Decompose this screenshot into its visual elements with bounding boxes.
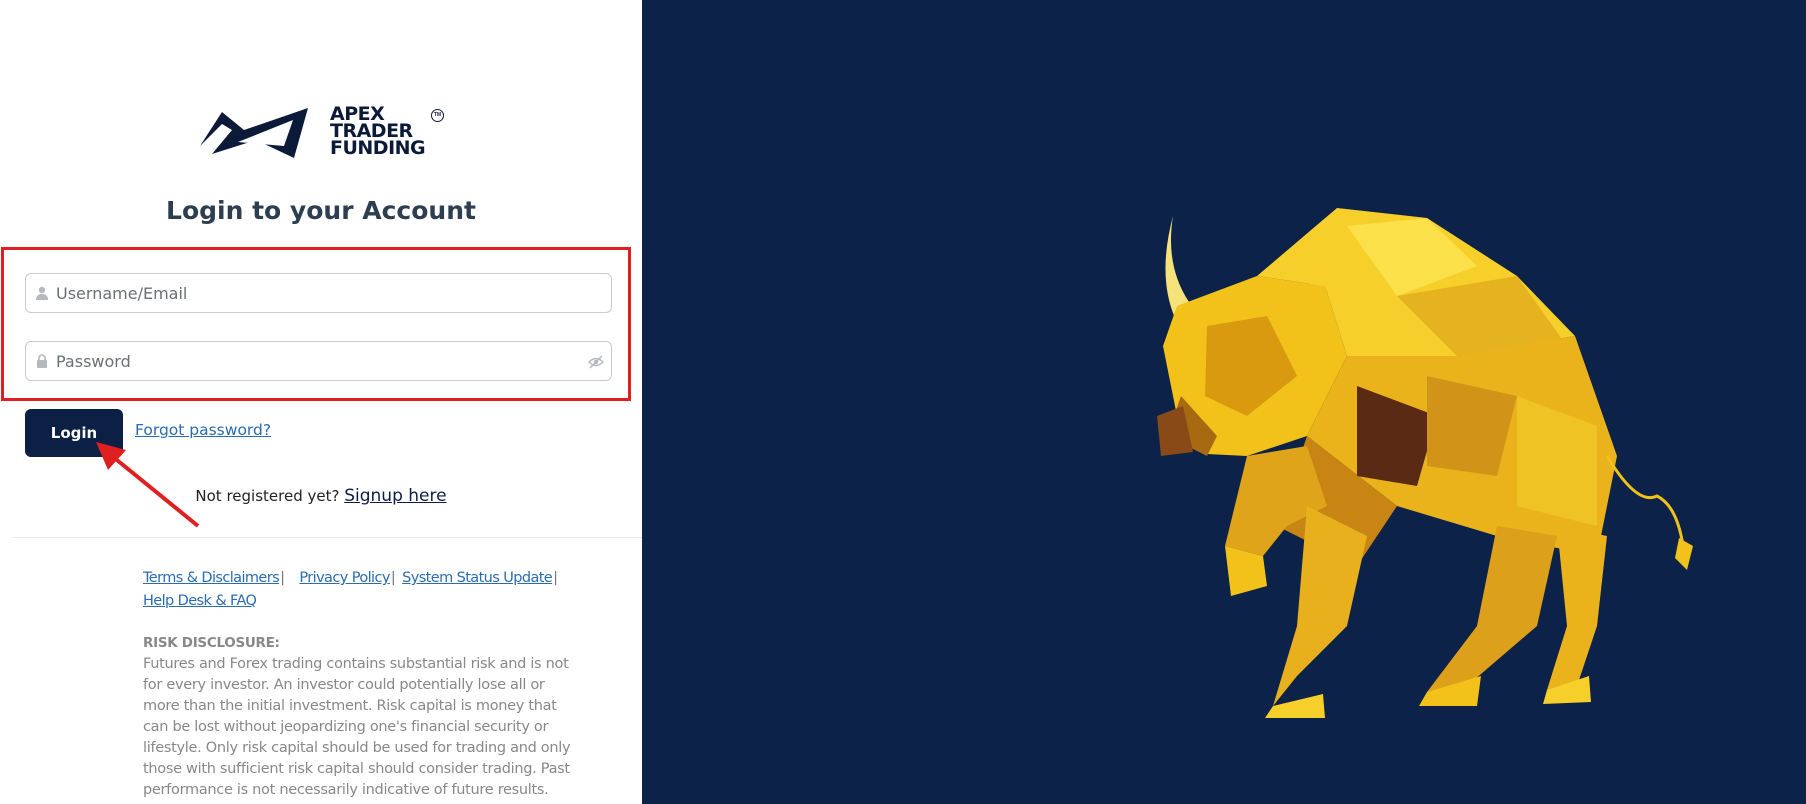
not-registered-text: Not registered yet? (195, 487, 340, 505)
password-field[interactable] (25, 341, 612, 381)
risk-disclosure-text: Futures and Forex trading contains subst… (143, 656, 571, 798)
lock-icon (37, 354, 47, 368)
apex-logo: APEX TRADER FUNDING TM (198, 100, 448, 166)
link-separator: | (280, 570, 285, 586)
trademark-badge: TM (431, 109, 444, 122)
apex-logo-mark-icon (200, 108, 308, 158)
page-title: Login to your Account (166, 196, 476, 225)
signup-link[interactable]: Signup here (344, 486, 446, 506)
apex-wordmark: APEX TRADER FUNDING (330, 105, 426, 159)
terms-link[interactable]: Terms & Disclaimers (143, 570, 280, 586)
forgot-password-link[interactable]: Forgot password? (135, 421, 271, 439)
risk-disclosure-title: RISK DISCLOSURE: (143, 635, 280, 651)
username-field[interactable] (25, 273, 612, 313)
link-separator: | (390, 570, 396, 586)
brand-line-3: FUNDING (330, 137, 426, 159)
risk-disclosure: RISK DISCLOSURE: Futures and Forex tradi… (143, 633, 575, 801)
footer-links: Terms & Disclaimers| Privacy Policy| Sys… (143, 567, 573, 613)
login-panel: APEX TRADER FUNDING TM Login to your Acc… (0, 0, 642, 804)
signup-prompt: Not registered yet? Signup here (0, 486, 642, 506)
password-input[interactable] (56, 342, 576, 380)
hero-panel (642, 0, 1806, 804)
privacy-link[interactable]: Privacy Policy (299, 570, 390, 586)
username-input[interactable] (56, 274, 576, 312)
help-desk-link[interactable]: Help Desk & FAQ (143, 593, 257, 609)
link-separator: | (553, 570, 558, 586)
eye-slash-icon[interactable] (588, 355, 604, 369)
divider (12, 537, 642, 538)
geometric-gold-bull-image (1157, 208, 1693, 718)
user-icon (36, 286, 48, 300)
system-status-link[interactable]: System Status Update (402, 570, 553, 586)
